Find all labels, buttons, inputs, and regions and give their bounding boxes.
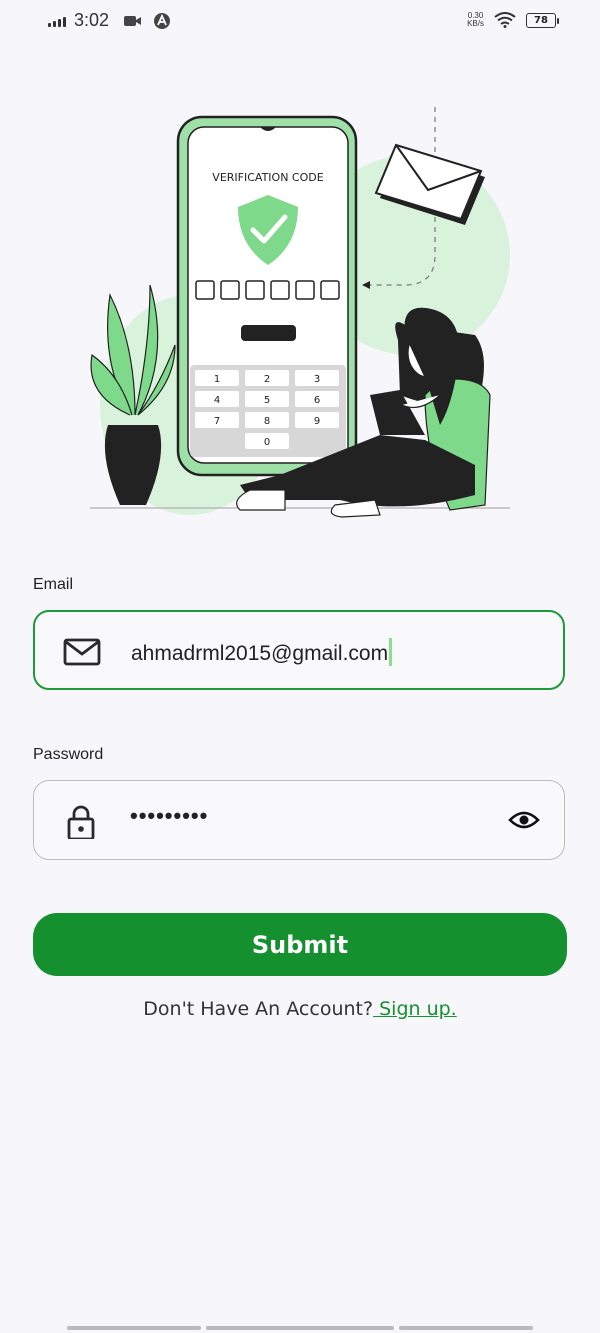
verification-illustration: VERIFICATION CODE 1 2 3 4 5 6 7 8 9 0: [90, 107, 510, 518]
keypad-key-label: 7: [214, 416, 220, 427]
email-field[interactable]: ahmadrml2015@gmail.com: [33, 610, 565, 690]
keypad-key-label: 2: [264, 374, 270, 385]
password-field[interactable]: •••••••••: [33, 780, 565, 860]
keypad-key-label: 4: [214, 395, 220, 406]
nav-hint-bar: [206, 1326, 394, 1330]
keypad-key-label: 5: [264, 395, 270, 406]
signup-prompt: Don't Have An Account?: [143, 998, 374, 1020]
battery-indicator: 78: [526, 12, 559, 28]
lock-icon: [67, 805, 95, 839]
email-input[interactable]: ahmadrml2015@gmail.com: [131, 638, 393, 666]
app-notification-icon: [154, 12, 171, 29]
nav-hint-bar: [67, 1326, 201, 1330]
phone-heading: VERIFICATION CODE: [212, 171, 323, 184]
keypad-key-label: 0: [264, 437, 270, 448]
keypad-key-label: 9: [314, 416, 320, 427]
keypad-key-label: 1: [214, 374, 220, 385]
keypad-key-label: 6: [314, 395, 320, 406]
eye-icon[interactable]: [508, 807, 540, 833]
password-label: Password: [33, 746, 104, 763]
nav-hint-bar: [399, 1326, 533, 1330]
status-bar: 3:02 0.30 KB/s 78: [0, 0, 600, 48]
signup-prompt-line: Don't Have An Account? Sign up.: [0, 998, 600, 1020]
keypad-key-label: 8: [264, 416, 270, 427]
status-time: 3:02: [74, 10, 110, 30]
keypad-key-label: 3: [314, 374, 320, 385]
wifi-icon: [494, 12, 516, 28]
submit-button[interactable]: Submit: [33, 913, 567, 976]
network-speed: 0.30 KB/s: [467, 11, 484, 28]
video-camera-icon: [124, 15, 142, 26]
password-input[interactable]: •••••••••: [130, 803, 208, 829]
signal-icon: [48, 15, 66, 27]
signup-link[interactable]: Sign up.: [373, 998, 457, 1020]
mail-icon: [63, 638, 101, 666]
email-label: Email: [33, 576, 74, 593]
text-cursor: [389, 638, 393, 666]
